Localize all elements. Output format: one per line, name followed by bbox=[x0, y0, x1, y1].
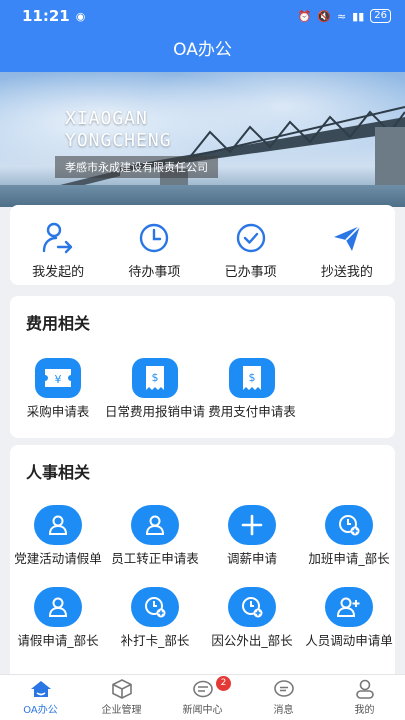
app-expense-payment[interactable]: $ 费用支付申请表 bbox=[204, 358, 300, 420]
app-label: 费用支付申请表 bbox=[208, 404, 296, 419]
bottom-tab-bar: OA办公 企业管理 2 新闻中心 消息 我的 bbox=[0, 674, 405, 720]
news-badge: 2 bbox=[216, 676, 231, 691]
quick-label: 已办事项 bbox=[224, 265, 277, 280]
tab-label: 新闻中心 bbox=[182, 705, 223, 716]
tab-mine[interactable]: 我的 bbox=[324, 675, 405, 720]
svg-text:¥: ¥ bbox=[55, 373, 62, 386]
tab-label: 企业管理 bbox=[101, 705, 142, 716]
app-label: 日常费用报销申请 bbox=[105, 404, 206, 419]
app-label: 调薪申请 bbox=[226, 551, 277, 566]
expense-section: 费用相关 ¥ 采购申请表 $ 日常费用报销申请 $ 费用支付申请表 bbox=[10, 296, 395, 438]
app-leave-request[interactable]: 请假申请_部长 bbox=[10, 587, 106, 649]
banner-image[interactable]: XIAOGAN YONGCHENG 孝感市永成建设有限责任公司 bbox=[0, 72, 405, 207]
plus-icon bbox=[228, 505, 276, 545]
quick-actions-card: 我发起的 待办事项 已办事项 抄送我的 bbox=[10, 205, 395, 285]
status-time: 11:21 bbox=[22, 7, 70, 25]
quick-initiated[interactable]: 我发起的 bbox=[10, 205, 106, 285]
mute-icon: 🔇 bbox=[317, 9, 331, 23]
tab-messages[interactable]: 消息 bbox=[243, 675, 324, 720]
alarm-icon: ⏰ bbox=[297, 9, 312, 23]
quick-cc[interactable]: 抄送我的 bbox=[299, 205, 395, 285]
news-icon bbox=[192, 680, 213, 698]
chat-icon bbox=[273, 680, 294, 697]
app-overtime-request[interactable]: 加班申请_部长 bbox=[301, 505, 397, 567]
tab-label: 我的 bbox=[354, 705, 375, 716]
signal-icon: ▮▮ bbox=[352, 9, 365, 23]
dollar-receipt-icon: $ bbox=[132, 358, 178, 398]
home-icon bbox=[30, 681, 51, 697]
clock-plus-icon bbox=[325, 505, 373, 545]
quick-label: 抄送我的 bbox=[320, 265, 373, 280]
tab-enterprise[interactable]: 企业管理 bbox=[81, 675, 162, 720]
wifi-icon: ≈ bbox=[336, 9, 347, 23]
section-title: 人事相关 bbox=[26, 463, 91, 482]
tab-label: 消息 bbox=[273, 705, 294, 716]
quick-label: 待办事项 bbox=[128, 265, 181, 280]
app-salary-adjustment[interactable]: 调薪申请 bbox=[204, 505, 300, 567]
app-label: 员工转正申请表 bbox=[111, 551, 199, 566]
quick-done[interactable]: 已办事项 bbox=[203, 205, 299, 285]
paper-plane-icon bbox=[333, 225, 361, 251]
app-label: 人员调动申请单 bbox=[305, 633, 393, 648]
user-send-icon bbox=[42, 222, 73, 254]
banner-title: XIAOGAN YONGCHENG bbox=[65, 108, 172, 151]
app-purchase-request[interactable]: ¥ 采购申请表 bbox=[10, 358, 106, 420]
app-business-trip[interactable]: 因公外出_部长 bbox=[204, 587, 300, 649]
app-clock-in-correction[interactable]: 补打卡_部长 bbox=[107, 587, 203, 649]
dollar-receipt-icon: $ bbox=[229, 358, 275, 398]
app-employee-regularization[interactable]: 员工转正申请表 bbox=[107, 505, 203, 567]
yen-ticket-icon: ¥ bbox=[35, 358, 81, 398]
battery-icon: 26 bbox=[370, 9, 391, 23]
svg-text:$: $ bbox=[152, 371, 159, 384]
tab-news[interactable]: 2 新闻中心 bbox=[162, 675, 243, 720]
svg-text:$: $ bbox=[249, 371, 256, 384]
eye-icon: ◉ bbox=[75, 9, 86, 23]
person-icon bbox=[131, 505, 179, 545]
clock-plus-icon bbox=[228, 587, 276, 627]
app-title: OA办公 bbox=[0, 32, 405, 72]
status-bar: 11:21 ◉ ⏰ 🔇 ≈ ▮▮ 26 bbox=[0, 0, 405, 32]
clock-icon bbox=[140, 223, 169, 253]
app-label: 请假申请_部长 bbox=[17, 633, 99, 648]
banner-company: 孝感市永成建设有限责任公司 bbox=[55, 156, 218, 178]
status-icons: ⏰ 🔇 ≈ ▮▮ 26 bbox=[298, 9, 391, 23]
profile-icon bbox=[355, 679, 374, 699]
tab-label: OA办公 bbox=[23, 705, 58, 716]
app-label: 采购申请表 bbox=[26, 404, 90, 419]
app-label: 因公外出_部长 bbox=[211, 633, 293, 648]
app-daily-reimbursement[interactable]: $ 日常费用报销申请 bbox=[105, 358, 206, 420]
person-icon bbox=[34, 505, 82, 545]
person-add-icon bbox=[325, 587, 373, 627]
check-circle-icon bbox=[236, 223, 265, 253]
tab-oa[interactable]: OA办公 bbox=[0, 675, 81, 720]
section-title: 费用相关 bbox=[26, 314, 91, 333]
person-icon bbox=[34, 587, 82, 627]
app-party-leave[interactable]: 党建活动请假单 bbox=[10, 505, 106, 567]
app-label: 党建活动请假单 bbox=[14, 551, 102, 566]
quick-label: 我发起的 bbox=[32, 265, 85, 280]
app-personnel-transfer[interactable]: 人员调动申请单 bbox=[301, 587, 397, 649]
app-label: 加班申请_部长 bbox=[308, 551, 390, 566]
cube-icon bbox=[111, 679, 132, 699]
quick-todo[interactable]: 待办事项 bbox=[106, 205, 202, 285]
clock-plus-icon bbox=[131, 587, 179, 627]
app-label: 补打卡_部长 bbox=[120, 633, 190, 648]
hr-section: 人事相关 党建活动请假单 员工转正申请表 调薪申请 加班申请_部长 请假申请_部… bbox=[10, 445, 395, 685]
